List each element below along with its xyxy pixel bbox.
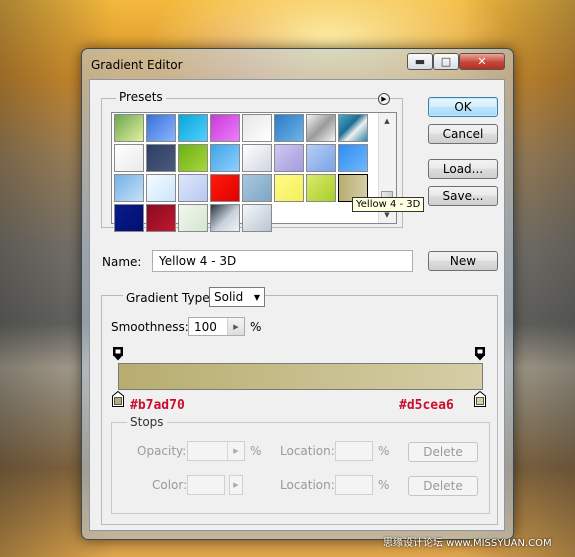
ok-button[interactable]: OK	[428, 97, 498, 117]
dropdown-arrow-icon: ▼	[253, 293, 260, 302]
preset-swatch-lavender[interactable]	[274, 144, 304, 172]
preset-swatch-blue[interactable]	[146, 114, 176, 142]
opacity-stop-left-icon[interactable]	[113, 347, 123, 361]
maximize-button[interactable]: □	[433, 53, 459, 70]
name-label: Name:	[102, 255, 142, 269]
stop-color-location-unit: %	[378, 478, 390, 492]
load-button[interactable]: Load...	[428, 159, 498, 179]
watermark-text: 思缘设计论坛 www.MISSYUAN.COM	[383, 538, 552, 549]
cancel-button[interactable]: Cancel	[428, 124, 498, 144]
stop-opacity-location-input[interactable]	[335, 441, 373, 461]
name-input[interactable]: Yellow 4 - 3D	[152, 250, 413, 272]
preset-swatch-powder-blue[interactable]	[306, 144, 336, 172]
end-color-hex: #d5cea6	[399, 398, 454, 413]
delete-opacity-stop-button[interactable]: Delete	[408, 442, 478, 462]
preset-swatch-dark-blue[interactable]	[114, 204, 144, 232]
color-stop-left-icon[interactable]	[112, 391, 124, 407]
smoothness-input[interactable]: 100 ▶	[188, 317, 245, 336]
stop-color-location-input[interactable]	[335, 475, 373, 495]
smoothness-unit: %	[250, 320, 262, 334]
start-color-hex: #b7ad70	[130, 398, 185, 413]
smoothness-flyout-icon[interactable]: ▶	[227, 318, 244, 335]
preset-swatch-periwinkle[interactable]	[178, 174, 208, 202]
stop-opacity-input[interactable]: ▶	[187, 441, 245, 461]
minimize-button[interactable]: ▬	[407, 53, 433, 70]
preset-tooltip: Yellow 4 - 3D	[352, 197, 425, 212]
preset-swatch-teal-stripe[interactable]	[338, 114, 368, 142]
window-title: Gradient Editor	[91, 58, 183, 72]
dialog-client-area: Presets ▶ ▲ ▼ Yellow 4 - 3D OK Cancel Lo…	[89, 79, 505, 531]
smoothness-label: Smoothness:	[111, 320, 189, 334]
preset-swatch-green[interactable]	[178, 144, 208, 172]
scroll-up-arrow-icon[interactable]: ▲	[379, 113, 395, 129]
preset-swatch-steel-blue[interactable]	[274, 114, 304, 142]
stop-opacity-unit: %	[250, 444, 262, 458]
preset-swatch-pale-silver[interactable]	[242, 144, 272, 172]
stop-opacity-location-label: Location:	[280, 444, 335, 458]
preset-swatch-green-yellow[interactable]	[114, 114, 144, 142]
gradient-type-label: Gradient Type:	[123, 291, 217, 305]
opacity-flyout-icon[interactable]: ▶	[227, 442, 244, 460]
preset-swatch-blue-grey[interactable]	[242, 174, 272, 202]
preset-swatch-ice[interactable]	[146, 174, 176, 202]
gradient-type-value: Solid	[214, 290, 244, 304]
preset-swatch-crimson[interactable]	[146, 204, 176, 232]
preset-swatch-white[interactable]	[114, 144, 144, 172]
stop-opacity-label: Opacity:	[137, 444, 187, 458]
stops-label: Stops	[127, 415, 167, 429]
opacity-stop-right-icon[interactable]	[475, 347, 485, 361]
presets-label: Presets	[116, 90, 166, 104]
preset-swatch-pale-steel[interactable]	[242, 204, 272, 232]
stop-color-swatch[interactable]	[187, 475, 225, 495]
color-flyout-icon: ▶	[233, 481, 239, 489]
title-bar[interactable]: Gradient Editor ▬ □ ✕	[82, 49, 513, 79]
presets-menu-icon[interactable]: ▶	[378, 93, 390, 105]
preset-swatch-magenta[interactable]	[210, 114, 240, 142]
preset-swatch-red[interactable]	[210, 174, 240, 202]
stop-color-location-label: Location:	[280, 478, 335, 492]
preset-swatch-silver[interactable]	[242, 114, 272, 142]
stop-opacity-location-unit: %	[378, 444, 390, 458]
color-stop-right-icon[interactable]	[474, 391, 486, 407]
preset-swatch-dark-chrome[interactable]	[210, 204, 240, 232]
preset-swatch-navy[interactable]	[146, 144, 176, 172]
preset-swatch-cyan[interactable]	[178, 114, 208, 142]
smoothness-value: 100	[194, 320, 217, 334]
stop-color-flyout[interactable]: ▶	[229, 475, 243, 495]
close-button[interactable]: ✕	[459, 53, 505, 70]
new-button[interactable]: New	[428, 251, 498, 271]
stop-color-label: Color:	[152, 478, 188, 492]
preset-swatch-sky[interactable]	[210, 144, 240, 172]
preset-swatch-yellow[interactable]	[274, 174, 304, 202]
gradient-editor-dialog: Gradient Editor ▬ □ ✕ Presets ▶ ▲ ▼ Yell…	[81, 48, 514, 540]
gradient-type-select[interactable]: Solid ▼	[209, 287, 265, 307]
preset-swatch-mint-white[interactable]	[178, 204, 208, 232]
preset-swatch-bright-blue[interactable]	[338, 144, 368, 172]
stops-group	[111, 422, 490, 514]
preset-swatch-yellow-green[interactable]	[306, 174, 336, 202]
gradient-preview-bar[interactable]	[118, 363, 483, 390]
save-button[interactable]: Save...	[428, 186, 498, 206]
preset-swatch-light-blue[interactable]	[114, 174, 144, 202]
preset-swatch-chrome[interactable]	[306, 114, 336, 142]
delete-color-stop-button[interactable]: Delete	[408, 476, 478, 496]
